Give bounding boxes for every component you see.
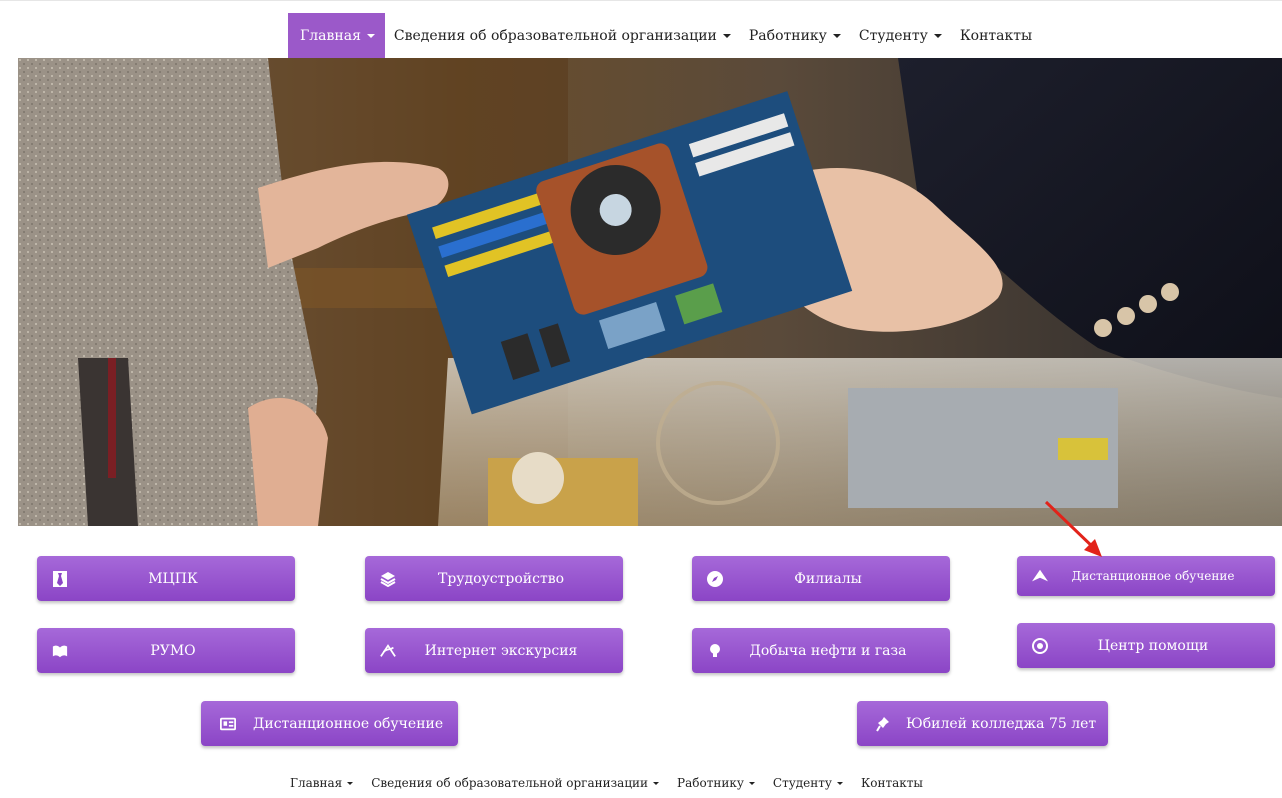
distance-learning-button[interactable]: Дистанционное обучение xyxy=(1017,556,1275,596)
branches-button[interactable]: Филиалы xyxy=(692,556,950,601)
pin-icon xyxy=(875,716,891,732)
paper-plane-icon xyxy=(1032,568,1048,584)
chevron-down-icon xyxy=(366,34,375,38)
chevron-down-icon xyxy=(832,34,841,38)
chevron-down-icon xyxy=(933,34,942,38)
help-circle-icon xyxy=(1032,637,1048,654)
lightbulb-icon xyxy=(707,643,723,659)
help-center-button[interactable]: Центр помощи xyxy=(1017,623,1275,668)
chevron-down-icon xyxy=(836,782,843,785)
footer-nav-contacts[interactable]: Контакты xyxy=(852,776,932,790)
nav-item-organization-info[interactable]: Сведения об образовательной организации xyxy=(385,13,740,59)
footer-navigation: Главная Сведения об образовательной орга… xyxy=(0,770,1282,798)
jubilee-button[interactable]: Юбилей колледжа 75 лет xyxy=(857,701,1108,746)
chevron-down-icon xyxy=(722,34,731,38)
nav-item-home[interactable]: Главная xyxy=(288,13,385,59)
footer-nav-employee[interactable]: Работнику xyxy=(668,776,764,790)
id-card-icon xyxy=(220,716,236,732)
rumo-button[interactable]: РУМО xyxy=(37,628,295,673)
footer-nav-student[interactable]: Студенту xyxy=(764,776,852,790)
book-icon xyxy=(52,643,68,659)
mcpk-button[interactable]: МЦПК xyxy=(37,556,295,601)
oil-gas-button[interactable]: Добыча нефти и газа xyxy=(692,628,950,673)
tie-icon xyxy=(52,570,68,587)
layers-icon xyxy=(380,571,396,587)
excursion-icon xyxy=(380,643,396,659)
footer-nav-organization-info[interactable]: Сведения об образовательной организации xyxy=(362,776,668,790)
chevron-down-icon xyxy=(347,782,354,785)
hero-image xyxy=(18,58,1282,526)
footer-nav-home[interactable]: Главная xyxy=(281,776,362,790)
chevron-down-icon xyxy=(748,782,755,785)
nav-item-contacts[interactable]: Контакты xyxy=(951,13,1041,59)
employment-button[interactable]: Трудоустройство xyxy=(365,556,623,601)
distance-learning-secondary-button[interactable]: Дистанционное обучение xyxy=(201,701,458,746)
top-navigation: Главная Сведения об образовательной орга… xyxy=(0,0,1282,59)
compass-icon xyxy=(707,570,723,587)
chevron-down-icon xyxy=(653,782,660,785)
internet-excursion-button[interactable]: Интернет экскурсия xyxy=(365,628,623,673)
nav-item-student[interactable]: Студенту xyxy=(850,13,951,59)
annotation-arrow-icon xyxy=(1044,500,1102,557)
nav-item-employee[interactable]: Работнику xyxy=(740,13,850,59)
